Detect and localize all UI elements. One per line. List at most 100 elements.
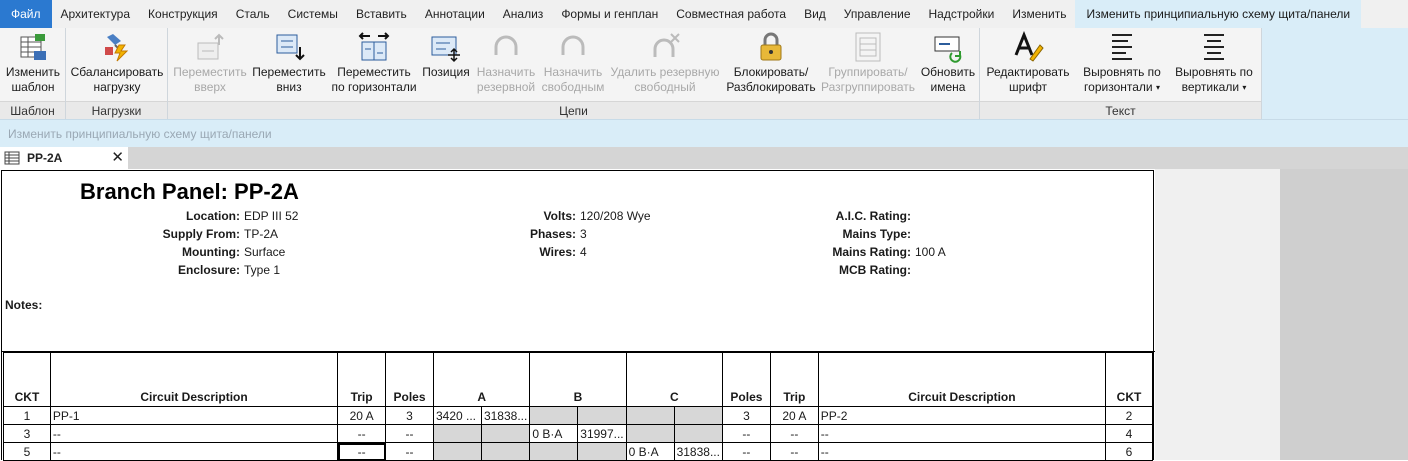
column-header-poles[interactable]: Poles [385, 352, 434, 407]
table-cell[interactable]: 6 [1105, 442, 1153, 461]
table-cell[interactable]: 4 [1105, 424, 1153, 443]
column-header-phase-a[interactable]: A [432, 352, 531, 407]
chevron-down-icon[interactable]: ▾ [1156, 83, 1160, 92]
rename-button[interactable]: Обновить имена [918, 28, 978, 100]
table-cell[interactable]: -- [49, 424, 339, 443]
table-cell[interactable]: -- [721, 424, 771, 443]
table-cell[interactable]: 1 [3, 406, 51, 425]
table-cell[interactable]: 3 [721, 406, 771, 425]
table-cell[interactable] [577, 406, 627, 425]
table-cell[interactable]: -- [769, 442, 819, 461]
menu-addins[interactable]: Надстройки [920, 0, 1004, 28]
table-cell[interactable] [480, 442, 531, 461]
align-horizontal-label-1: Выровнять по [1083, 65, 1161, 79]
menu-steel[interactable]: Сталь [227, 0, 279, 28]
menu-analyze[interactable]: Анализ [494, 0, 553, 28]
table-cell[interactable]: PP-1 [49, 406, 339, 425]
menu-modify-panel-schedule[interactable]: Изменить принципиальную схему щита/панел… [1075, 0, 1362, 28]
menu-view[interactable]: Вид [795, 0, 835, 28]
table-cell[interactable] [529, 406, 579, 425]
table-cell[interactable]: 3 [3, 424, 51, 443]
field-value[interactable]: 100 A [915, 245, 946, 259]
table-cell[interactable]: 3420 ... [432, 406, 482, 425]
table-cell[interactable]: PP-2 [817, 406, 1107, 425]
table-cell[interactable]: -- [817, 424, 1107, 443]
menu-systems[interactable]: Системы [279, 0, 347, 28]
column-header-description[interactable]: Circuit Description [49, 352, 339, 407]
field-value[interactable]: Type 1 [244, 263, 280, 277]
menu-structure[interactable]: Конструкция [139, 0, 227, 28]
move-across-button[interactable]: Переместить по горизонтали [328, 28, 420, 100]
menu-massing-site[interactable]: Формы и генплан [552, 0, 667, 28]
remove-spare-button[interactable]: Удалить резервную свободный [608, 28, 722, 100]
menu-modify[interactable]: Изменить [1003, 0, 1075, 28]
table-cell[interactable]: -- [385, 442, 434, 461]
column-header-trip[interactable]: Trip [337, 352, 387, 407]
table-cell[interactable]: -- [769, 424, 819, 443]
menu-collaborate[interactable]: Совместная работа [667, 0, 795, 28]
table-cell[interactable]: -- [817, 442, 1107, 461]
table-cell[interactable] [625, 424, 675, 443]
chevron-down-icon[interactable]: ▾ [1242, 83, 1246, 92]
lock-unlock-button[interactable]: Блокировать/ Разблокировать [724, 28, 818, 100]
menu-architecture[interactable]: Архитектура [52, 0, 140, 28]
move-down-button[interactable]: Переместить вниз [250, 28, 328, 100]
table-cell[interactable]: 31838... [673, 442, 723, 461]
column-header-ckt-right[interactable]: CKT [1105, 352, 1153, 407]
menu-file[interactable]: Файл [0, 0, 52, 28]
lock-unlock-label-1: Блокировать/ [733, 65, 809, 79]
table-cell[interactable]: 0 B·A [529, 424, 579, 443]
table-cell[interactable]: 31997... [577, 424, 627, 443]
column-header-trip-right[interactable]: Trip [769, 352, 819, 407]
document-tab[interactable]: PP-2A ✕ [0, 147, 128, 169]
table-cell[interactable]: -- [385, 424, 434, 443]
assign-spare-button[interactable]: Назначить резервной [474, 28, 538, 100]
group-ungroup-button[interactable]: Группировать/ Разгруппировать [820, 28, 916, 100]
ribbon: Изменить шаблон Шаблон Сбалансировать на… [0, 28, 1408, 119]
column-header-ckt[interactable]: CKT [3, 352, 51, 407]
field-value[interactable]: TP-2A [244, 227, 278, 241]
edit-font-button[interactable]: Редактировать шрифт [984, 28, 1072, 100]
menu-insert[interactable]: Вставить [347, 0, 416, 28]
balance-loads-button[interactable]: Сбалансировать нагрузку [68, 28, 166, 100]
table-cell[interactable] [432, 424, 482, 443]
table-cell[interactable]: -- [49, 442, 339, 461]
table-cell[interactable]: -- [721, 442, 771, 461]
table-cell[interactable] [625, 406, 675, 425]
field-value[interactable]: 4 [580, 245, 587, 259]
table-cell[interactable]: 31838... [480, 406, 531, 425]
close-icon[interactable]: ✕ [111, 148, 124, 166]
column-header-phase-b[interactable]: B [529, 352, 627, 407]
table-cell[interactable] [673, 424, 723, 443]
table-cell[interactable]: -- [337, 424, 387, 443]
edit-template-label-2: шаблон [11, 80, 55, 94]
field-value[interactable]: EDP III 52 [244, 209, 298, 223]
align-horizontal-button[interactable]: Выровнять по горизонтали ▾ [1076, 28, 1168, 100]
table-cell[interactable]: 5 [3, 442, 51, 461]
menu-manage[interactable]: Управление [835, 0, 920, 28]
table-cell[interactable]: 3 [385, 406, 434, 425]
column-header-poles-right[interactable]: Poles [721, 352, 771, 407]
table-cell[interactable] [673, 406, 723, 425]
table-cell[interactable]: 20 A [769, 406, 819, 425]
table-cell[interactable] [432, 442, 482, 461]
field-value[interactable]: Surface [244, 245, 285, 259]
align-vertical-button[interactable]: Выровнять по вертикали ▾ [1170, 28, 1258, 100]
table-cell[interactable]: 0 B·A [625, 442, 675, 461]
edit-template-button[interactable]: Изменить шаблон [2, 28, 64, 100]
table-cell[interactable]: 2 [1105, 406, 1153, 425]
rename-label-2: имена [930, 80, 966, 94]
table-cell[interactable] [529, 442, 579, 461]
position-button[interactable]: Позиция [420, 28, 472, 100]
field-value[interactable]: 120/208 Wye [580, 209, 651, 223]
table-cell[interactable] [577, 442, 627, 461]
move-up-button[interactable]: Переместить вверх [170, 28, 250, 100]
assign-space-button[interactable]: Назначить свободным [540, 28, 606, 100]
table-cell[interactable]: 20 A [337, 406, 387, 425]
field-value[interactable]: 3 [580, 227, 587, 241]
column-header-phase-c[interactable]: C [625, 352, 723, 407]
selected-table-cell[interactable]: -- [337, 442, 387, 461]
menu-annotate[interactable]: Аннотации [416, 0, 494, 28]
column-header-description-right[interactable]: Circuit Description [817, 352, 1107, 407]
table-cell[interactable] [480, 424, 531, 443]
